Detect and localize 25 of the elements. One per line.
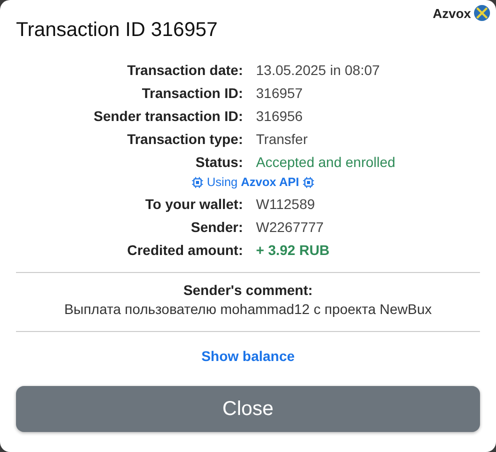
close-button[interactable]: Close <box>16 386 480 432</box>
comment-label: Sender's comment: <box>182 281 314 300</box>
chip-icon <box>192 177 203 188</box>
field-label: Sender: <box>190 218 243 237</box>
field-label: Sender transaction ID: <box>92 107 243 126</box>
field-value: W2267777 <box>256 218 324 237</box>
chip-icon <box>303 177 314 188</box>
api-note: Using Azvox API <box>206 174 300 191</box>
dialog-title: Transaction ID 316957 <box>16 18 218 43</box>
field-value: W112589 <box>256 195 315 214</box>
field-value: + 3.92 RUB <box>256 241 330 260</box>
field-label: Credited amount: <box>126 241 243 260</box>
field-label: Transaction date: <box>126 61 243 80</box>
field-value: 316956 <box>256 107 303 126</box>
brand-name: Azvox <box>432 6 471 20</box>
field-label: Status: <box>194 153 243 172</box>
field-label: Transaction ID: <box>140 84 243 103</box>
field-value: 13.05.2025 in 08:07 <box>256 61 380 80</box>
show-balance-link[interactable]: Show balance <box>201 348 295 364</box>
comment-text: Выплата пользователю mohammad12 с проекта NewBux <box>63 300 433 319</box>
field-label: To your wallet: <box>144 195 243 214</box>
field-value: Accepted and enrolled <box>256 153 396 172</box>
field-label: Transaction type: <box>126 130 243 149</box>
field-value: Transfer <box>256 130 308 149</box>
field-value: 316957 <box>256 84 303 103</box>
